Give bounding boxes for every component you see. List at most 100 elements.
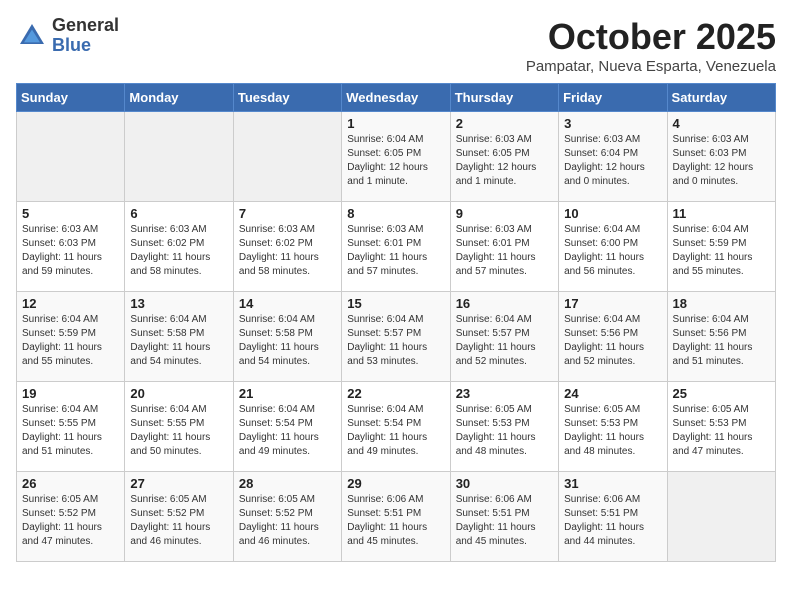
day-cell: 5 Sunrise: 6:03 AM Sunset: 6:03 PM Daylig… bbox=[17, 202, 125, 292]
week-row-1: 1 Sunrise: 6:04 AM Sunset: 6:05 PM Daylig… bbox=[17, 112, 776, 202]
day-info: Sunrise: 6:06 AM Sunset: 5:51 PM Dayligh… bbox=[347, 493, 444, 549]
day-cell: 2 Sunrise: 6:03 AM Sunset: 6:05 PM Daylig… bbox=[450, 112, 558, 202]
day-cell: 7 Sunrise: 6:03 AM Sunset: 6:02 PM Daylig… bbox=[233, 202, 341, 292]
day-number: 30 bbox=[456, 476, 553, 491]
day-number: 31 bbox=[564, 476, 661, 491]
day-number: 3 bbox=[564, 116, 661, 131]
day-cell: 12Sunrise: 6:04 AM Sunset: 5:59 PM Dayli… bbox=[17, 292, 125, 382]
day-cell bbox=[667, 472, 775, 562]
day-number: 20 bbox=[130, 386, 227, 401]
day-info: Sunrise: 6:03 AM Sunset: 6:03 PM Dayligh… bbox=[673, 133, 770, 189]
day-cell: 23 Sunrise: 6:05 AM Sunset: 5:53 PM Dayli… bbox=[450, 382, 558, 472]
day-cell: 28 Sunrise: 6:05 AM Sunset: 5:52 PM Dayli… bbox=[233, 472, 341, 562]
day-cell: 14 Sunrise: 6:04 AM Sunset: 5:58 PM Dayli… bbox=[233, 292, 341, 382]
day-info: Sunrise: 6:04 AM Sunset: 5:55 PM Dayligh… bbox=[130, 403, 227, 459]
week-row-4: 19 Sunrise: 6:04 AM Sunset: 5:55 PM Dayli… bbox=[17, 382, 776, 472]
day-info: Sunrise: 6:06 AM Sunset: 5:51 PM Dayligh… bbox=[456, 493, 553, 549]
day-number: 22 bbox=[347, 386, 444, 401]
day-number: 7 bbox=[239, 206, 336, 221]
day-info: Sunrise: 6:04 AM Sunset: 5:57 PM Dayligh… bbox=[347, 313, 444, 369]
day-header-monday: Monday bbox=[125, 84, 233, 112]
day-cell: 8 Sunrise: 6:03 AM Sunset: 6:01 PM Daylig… bbox=[342, 202, 450, 292]
day-header-wednesday: Wednesday bbox=[342, 84, 450, 112]
logo-general-text: General bbox=[52, 16, 119, 36]
day-number: 26 bbox=[22, 476, 119, 491]
day-info: Sunrise: 6:04 AM Sunset: 5:58 PM Dayligh… bbox=[239, 313, 336, 369]
day-number: 5 bbox=[22, 206, 119, 221]
day-info: Sunrise: 6:03 AM Sunset: 6:02 PM Dayligh… bbox=[239, 223, 336, 279]
week-row-2: 5 Sunrise: 6:03 AM Sunset: 6:03 PM Daylig… bbox=[17, 202, 776, 292]
day-cell: 1 Sunrise: 6:04 AM Sunset: 6:05 PM Daylig… bbox=[342, 112, 450, 202]
day-number: 9 bbox=[456, 206, 553, 221]
calendar-table: SundayMondayTuesdayWednesdayThursdayFrid… bbox=[16, 83, 776, 562]
day-cell: 18Sunrise: 6:04 AM Sunset: 5:56 PM Dayli… bbox=[667, 292, 775, 382]
logo-icon bbox=[16, 20, 48, 52]
day-info: Sunrise: 6:04 AM Sunset: 6:05 PM Dayligh… bbox=[347, 133, 444, 189]
day-cell: 3 Sunrise: 6:03 AM Sunset: 6:04 PM Daylig… bbox=[559, 112, 667, 202]
day-info: Sunrise: 6:05 AM Sunset: 5:52 PM Dayligh… bbox=[239, 493, 336, 549]
day-cell: 17 Sunrise: 6:04 AM Sunset: 5:56 PM Dayli… bbox=[559, 292, 667, 382]
header: General Blue October 2025 Pampatar, Nuev… bbox=[16, 16, 776, 75]
day-cell: 20 Sunrise: 6:04 AM Sunset: 5:55 PM Dayli… bbox=[125, 382, 233, 472]
day-header-thursday: Thursday bbox=[450, 84, 558, 112]
day-info: Sunrise: 6:05 AM Sunset: 5:53 PM Dayligh… bbox=[673, 403, 770, 459]
day-number: 28 bbox=[239, 476, 336, 491]
day-info: Sunrise: 6:03 AM Sunset: 6:01 PM Dayligh… bbox=[347, 223, 444, 279]
day-number: 25 bbox=[673, 386, 770, 401]
title-area: October 2025 Pampatar, Nueva Esparta, Ve… bbox=[526, 16, 776, 75]
logo-blue-text: Blue bbox=[52, 36, 119, 56]
day-cell: 15 Sunrise: 6:04 AM Sunset: 5:57 PM Dayli… bbox=[342, 292, 450, 382]
calendar-subtitle: Pampatar, Nueva Esparta, Venezuela bbox=[526, 58, 776, 75]
day-info: Sunrise: 6:04 AM Sunset: 5:57 PM Dayligh… bbox=[456, 313, 553, 369]
day-number: 4 bbox=[673, 116, 770, 131]
day-number: 17 bbox=[564, 296, 661, 311]
day-header-friday: Friday bbox=[559, 84, 667, 112]
day-number: 15 bbox=[347, 296, 444, 311]
day-number: 24 bbox=[564, 386, 661, 401]
day-number: 23 bbox=[456, 386, 553, 401]
day-number: 29 bbox=[347, 476, 444, 491]
day-number: 2 bbox=[456, 116, 553, 131]
calendar-title: October 2025 bbox=[526, 16, 776, 58]
day-info: Sunrise: 6:03 AM Sunset: 6:03 PM Dayligh… bbox=[22, 223, 119, 279]
day-number: 19 bbox=[22, 386, 119, 401]
day-info: Sunrise: 6:04 AM Sunset: 5:59 PM Dayligh… bbox=[673, 223, 770, 279]
day-number: 8 bbox=[347, 206, 444, 221]
day-cell: 25 Sunrise: 6:05 AM Sunset: 5:53 PM Dayli… bbox=[667, 382, 775, 472]
day-number: 10 bbox=[564, 206, 661, 221]
day-number: 14 bbox=[239, 296, 336, 311]
day-cell: 10Sunrise: 6:04 AM Sunset: 6:00 PM Dayli… bbox=[559, 202, 667, 292]
day-number: 27 bbox=[130, 476, 227, 491]
day-number: 11 bbox=[673, 206, 770, 221]
day-info: Sunrise: 6:04 AM Sunset: 5:54 PM Dayligh… bbox=[347, 403, 444, 459]
day-info: Sunrise: 6:04 AM Sunset: 5:56 PM Dayligh… bbox=[673, 313, 770, 369]
day-info: Sunrise: 6:05 AM Sunset: 5:52 PM Dayligh… bbox=[22, 493, 119, 549]
day-info: Sunrise: 6:05 AM Sunset: 5:52 PM Dayligh… bbox=[130, 493, 227, 549]
day-cell: 22 Sunrise: 6:04 AM Sunset: 5:54 PM Dayli… bbox=[342, 382, 450, 472]
day-cell: 13Sunrise: 6:04 AM Sunset: 5:58 PM Dayli… bbox=[125, 292, 233, 382]
day-cell bbox=[125, 112, 233, 202]
day-info: Sunrise: 6:04 AM Sunset: 5:54 PM Dayligh… bbox=[239, 403, 336, 459]
logo: General Blue bbox=[16, 16, 119, 56]
days-header-row: SundayMondayTuesdayWednesdayThursdayFrid… bbox=[17, 84, 776, 112]
day-info: Sunrise: 6:04 AM Sunset: 5:56 PM Dayligh… bbox=[564, 313, 661, 369]
day-number: 21 bbox=[239, 386, 336, 401]
day-cell bbox=[233, 112, 341, 202]
day-cell: 11 Sunrise: 6:04 AM Sunset: 5:59 PM Dayli… bbox=[667, 202, 775, 292]
day-cell: 16 Sunrise: 6:04 AM Sunset: 5:57 PM Dayli… bbox=[450, 292, 558, 382]
day-info: Sunrise: 6:05 AM Sunset: 5:53 PM Dayligh… bbox=[456, 403, 553, 459]
day-cell: 30 Sunrise: 6:06 AM Sunset: 5:51 PM Dayli… bbox=[450, 472, 558, 562]
day-number: 1 bbox=[347, 116, 444, 131]
day-number: 16 bbox=[456, 296, 553, 311]
day-info: Sunrise: 6:03 AM Sunset: 6:04 PM Dayligh… bbox=[564, 133, 661, 189]
day-number: 6 bbox=[130, 206, 227, 221]
logo-text: General Blue bbox=[52, 16, 119, 56]
day-cell: 31Sunrise: 6:06 AM Sunset: 5:51 PM Dayli… bbox=[559, 472, 667, 562]
day-info: Sunrise: 6:05 AM Sunset: 5:53 PM Dayligh… bbox=[564, 403, 661, 459]
day-info: Sunrise: 6:03 AM Sunset: 6:05 PM Dayligh… bbox=[456, 133, 553, 189]
week-row-5: 26 Sunrise: 6:05 AM Sunset: 5:52 PM Dayli… bbox=[17, 472, 776, 562]
day-info: Sunrise: 6:04 AM Sunset: 5:59 PM Dayligh… bbox=[22, 313, 119, 369]
day-cell: 4 Sunrise: 6:03 AM Sunset: 6:03 PM Daylig… bbox=[667, 112, 775, 202]
day-cell: 27 Sunrise: 6:05 AM Sunset: 5:52 PM Dayli… bbox=[125, 472, 233, 562]
day-header-saturday: Saturday bbox=[667, 84, 775, 112]
